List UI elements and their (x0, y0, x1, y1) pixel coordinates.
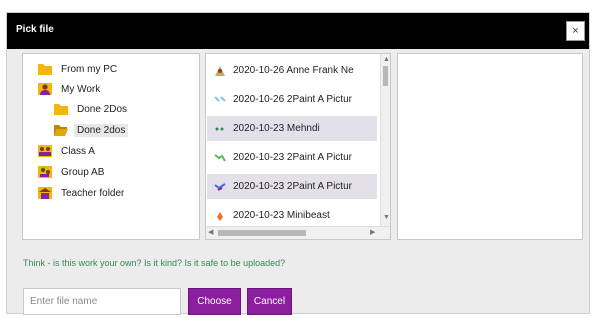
tree-item-class-a[interactable]: Class A (37, 142, 95, 160)
close-icon: × (572, 25, 579, 37)
tree-item-label: From my PC (61, 63, 118, 75)
file-name: 2020-10-26 2Paint A Pictur (233, 94, 352, 105)
paint-thumbnail-icon (213, 93, 227, 107)
file-row[interactable]: 2020-10-23 2Paint A Pictur (207, 145, 377, 170)
tree-item-done-2dos-selected[interactable]: Done 2dos (53, 121, 129, 139)
file-row[interactable]: 2020-10-23 2Paint A Pictur (207, 174, 377, 199)
folder-open-icon (53, 123, 69, 137)
choose-button[interactable]: Choose (188, 288, 241, 315)
file-row[interactable]: 2020-10-23 Mehndi (207, 116, 377, 141)
drawing-thumbnail-icon (213, 64, 227, 78)
scroll-down-arrow-icon[interactable]: ▼ (383, 214, 390, 221)
paint-thumbnail-icon (213, 122, 227, 136)
cancel-button[interactable]: Cancel (247, 288, 292, 315)
file-row[interactable]: 2020-10-23 Minibeast (207, 203, 377, 228)
paint-thumbnail-icon (213, 151, 227, 165)
folder-tree: From my PC My Work Done 2Dos Done 2dos C… (22, 53, 200, 240)
file-preview-panel (397, 53, 583, 240)
tree-item-group-ab[interactable]: Group AB (37, 163, 104, 181)
folder-icon (37, 62, 53, 76)
file-row[interactable]: 2020-10-26 Anne Frank Ne (207, 58, 377, 83)
scroll-up-arrow-icon[interactable]: ▲ (383, 56, 390, 63)
tree-item-teacher-folder[interactable]: Teacher folder (37, 184, 124, 202)
class-icon (37, 144, 53, 158)
paint-thumbnail-icon (213, 180, 227, 194)
tree-item-done-2dos[interactable]: Done 2Dos (53, 100, 127, 118)
tree-item-label: Done 2Dos (77, 103, 128, 115)
tree-item-label: Class A (61, 145, 95, 157)
dialog-titlebar: Pick file × (7, 13, 589, 49)
file-name: 2020-10-26 Anne Frank Ne (233, 65, 354, 76)
file-name: 2020-10-23 2Paint A Pictur (233, 181, 352, 192)
vertical-scroll-thumb[interactable] (383, 66, 388, 86)
file-name: 2020-10-23 Minibeast (233, 210, 330, 221)
file-list-vertical-scrollbar[interactable]: ▲ ▼ (380, 54, 390, 226)
tree-item-label: Done 2dos (74, 123, 129, 137)
scroll-right-arrow-icon[interactable]: ▶ (370, 229, 375, 236)
file-name: 2020-10-23 2Paint A Pictur (233, 152, 352, 163)
group-icon (37, 165, 53, 179)
user-icon (37, 82, 53, 96)
tree-item-label: Group AB (61, 166, 105, 178)
file-list-horizontal-scrollbar[interactable]: ◀ ▶ (206, 226, 390, 239)
upload-hint-text: Think - is this work your own? Is it kin… (23, 258, 286, 268)
tree-item-my-work[interactable]: My Work (37, 80, 100, 98)
close-button[interactable]: × (566, 21, 585, 41)
scroll-left-arrow-icon[interactable]: ◀ (208, 229, 213, 236)
file-row[interactable]: 2020-10-26 2Paint A Pictur (207, 87, 377, 112)
tree-item-label: My Work (61, 83, 101, 95)
file-list: 2020-10-26 Anne Frank Ne 2020-10-26 2Pai… (205, 53, 391, 240)
tree-item-from-my-pc[interactable]: From my PC (37, 60, 117, 78)
teacher-icon (37, 186, 53, 200)
dialog-title: Pick file (16, 24, 54, 35)
file-name: 2020-10-23 Mehndi (233, 123, 320, 134)
pick-file-dialog: Pick file × From my PC My Work Done 2Dos (6, 12, 590, 315)
paint-thumbnail-icon (213, 209, 227, 223)
file-name-input[interactable] (23, 288, 181, 315)
tree-item-label: Teacher folder (61, 187, 125, 199)
horizontal-scroll-thumb[interactable] (218, 230, 306, 236)
folder-icon (53, 102, 69, 116)
